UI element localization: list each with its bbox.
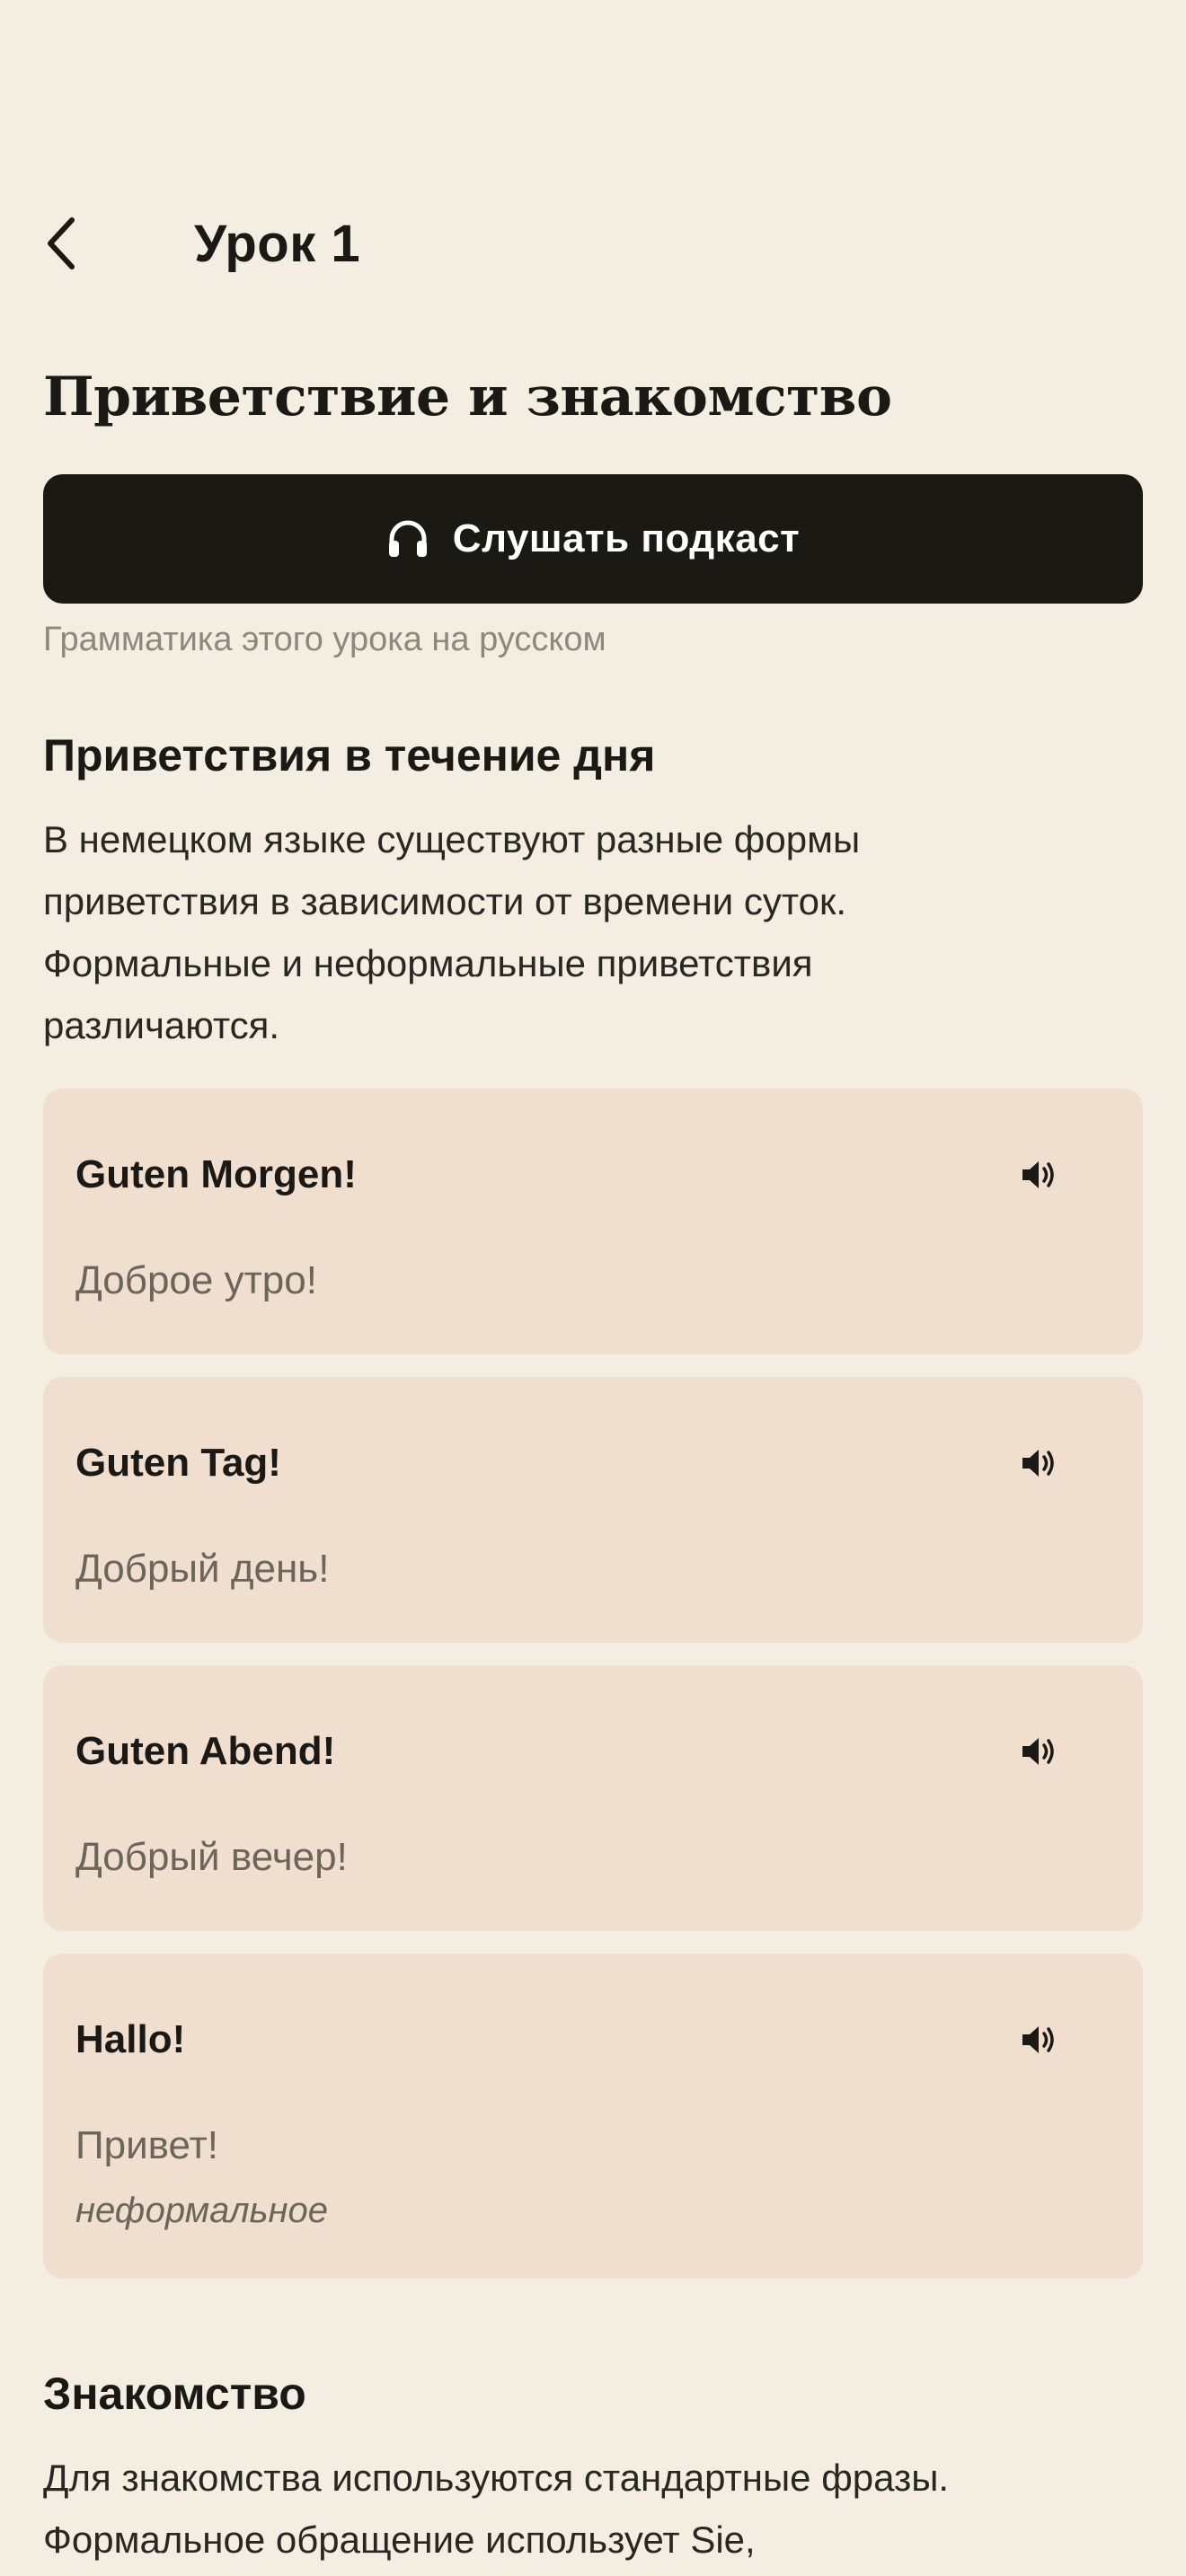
speaker-icon [1022,1450,1054,1477]
page-title: Урок 1 [194,215,361,273]
phrase-card: Guten Morgen! Доброе утро! [43,1089,1143,1354]
phrase-translation: Добрый вечер! [75,1835,348,1879]
grammar-note: Грамматика этого урока на русском [43,621,606,658]
play-audio-button[interactable] [1013,1438,1064,1488]
play-audio-button[interactable] [1013,1150,1064,1200]
phrase-card: Guten Abend! Добрый вечер! [43,1665,1143,1931]
phrase-german: Guten Abend! [75,1729,336,1773]
lesson-screen: Урок 1 Приветствие и знакомство Слушать … [0,0,1186,2576]
section-text-line: Формальные и неформальные приветствия [43,942,813,984]
section-title-introductions: Знакомство [43,2369,306,2419]
section-text-line: В немецком языке существуют разные формы [43,818,861,860]
speaker-icon [1022,1738,1054,1765]
back-button[interactable] [43,203,108,284]
section-text-line: Формальное обращение использует Sie, [43,2519,756,2561]
section-text-line: Для знакомства используются стандартные … [43,2457,950,2499]
phrase-card: Hallo! Привет! неформальное [43,1954,1143,2279]
play-audio-button[interactable] [1013,1726,1064,1777]
phrase-translation: Доброе утро! [75,1258,317,1302]
phrase-german: Guten Morgen! [75,1152,357,1196]
speaker-icon [1022,2026,1054,2053]
chevron-left-icon [48,217,75,269]
listen-podcast-label: Слушать подкаст [452,516,801,560]
phrase-german: Hallo! [75,2017,186,2061]
listen-podcast-button[interactable]: Слушать подкаст [43,474,1143,604]
phrase-translation: Добрый день! [75,1547,330,1591]
section-text-introductions: Для знакомства используются стандартные … [43,2447,1143,2571]
headphones-icon [386,517,429,560]
section-text-line: различаются. [43,1004,279,1046]
lesson-title: Приветствие и знакомство [43,366,892,428]
phrase-translation: Привет! [75,2123,218,2167]
phrase-note: неформальное [75,2191,329,2230]
section-title-greetings: Приветствия в течение дня [43,730,656,781]
speaker-icon [1022,1161,1054,1188]
section-text-greetings: В немецком языке существуют разные формы… [43,808,1143,1056]
play-audio-button[interactable] [1013,2015,1064,2065]
phrase-card: Guten Tag! Добрый день! [43,1377,1143,1643]
phrase-german: Guten Tag! [75,1441,281,1485]
section-text-line: приветствия в зависимости от времени сут… [43,880,847,922]
